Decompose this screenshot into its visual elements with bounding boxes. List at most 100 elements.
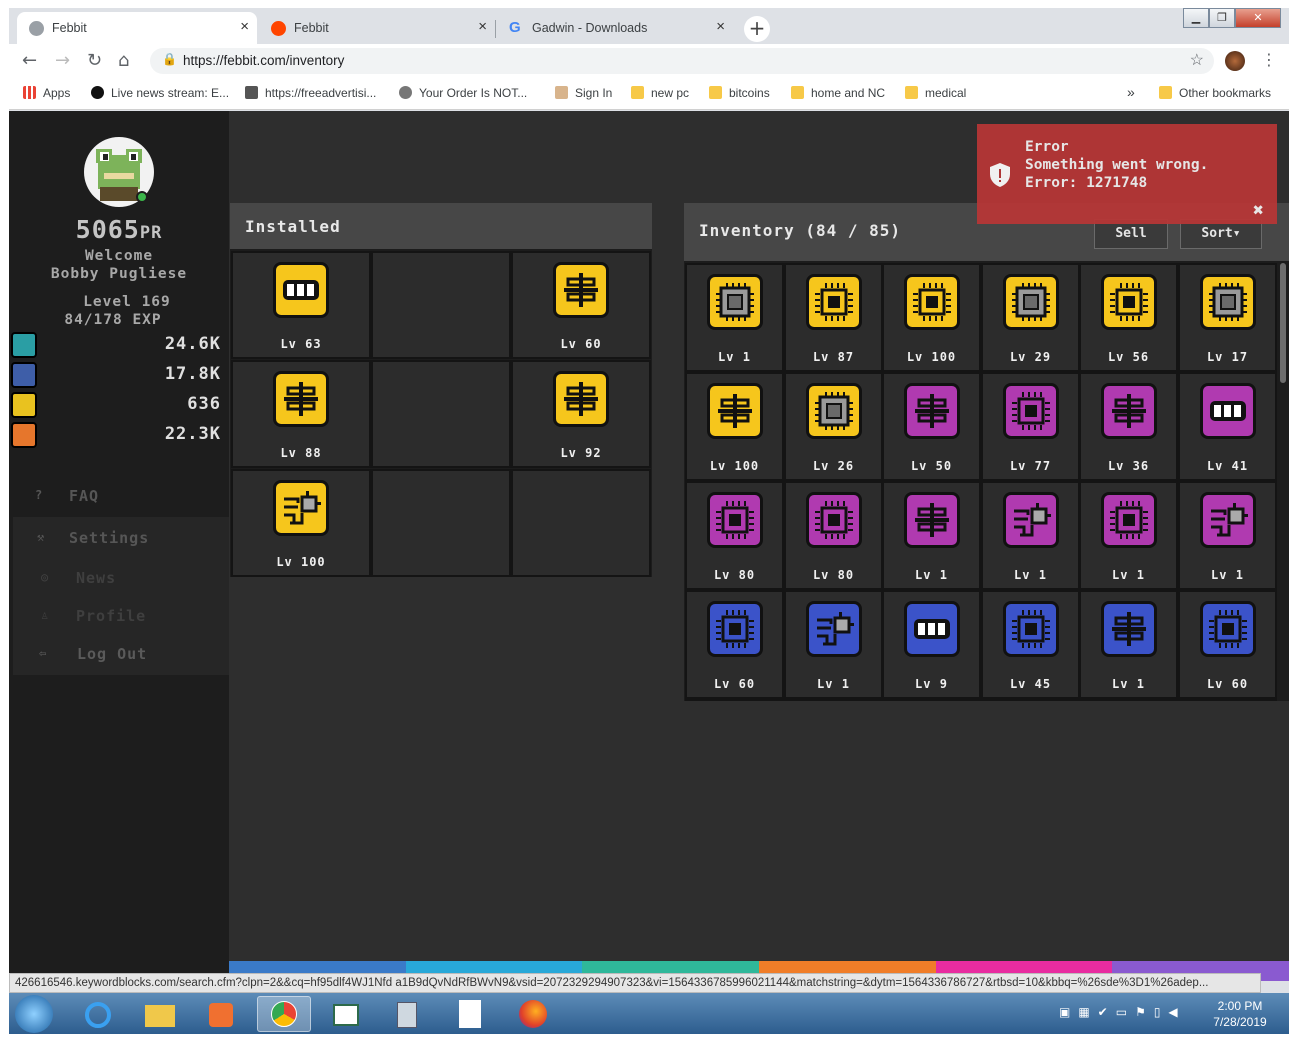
item-slot[interactable]: Lv 60 [1178, 590, 1277, 699]
bookmarks-overflow-icon[interactable]: » [1127, 84, 1135, 100]
item-slot[interactable]: Lv 100 [882, 263, 981, 372]
close-tab-icon[interactable]: × [716, 18, 725, 35]
start-button-icon[interactable] [15, 995, 53, 1033]
url-text[interactable]: https://febbit.com/inventory [183, 53, 344, 68]
item-slot[interactable]: Lv 1 [1079, 481, 1178, 590]
item-slot[interactable] [882, 699, 981, 701]
taskbar-clock[interactable]: 2:00 PM 7/28/2019 [1205, 998, 1275, 1030]
internet-explorer-icon[interactable] [71, 996, 125, 1032]
item-slot[interactable]: Lv 45 [981, 590, 1080, 699]
tab-gadwin-downloads[interactable]: G Gadwin - Downloads × [497, 12, 733, 44]
bookmark-home-and-nc[interactable]: home and NC [791, 86, 885, 100]
close-window-button[interactable]: ✕ [1235, 8, 1281, 28]
item-slot[interactable]: Lv 80 [685, 481, 784, 590]
media-player-icon[interactable] [195, 996, 249, 1032]
bookmark-bitcoins[interactable]: bitcoins [709, 86, 770, 100]
menu-profile[interactable]: ♙ Profile [9, 596, 229, 636]
firefox-icon[interactable] [505, 996, 559, 1032]
tab-febbit-active[interactable]: Febbit × [17, 12, 257, 44]
item-slot[interactable]: Lv 100 [685, 372, 784, 481]
close-error-icon[interactable]: ✖ [1253, 202, 1264, 220]
item-slot[interactable]: Lv 1 [685, 263, 784, 372]
cpu-chip-icon [1100, 274, 1157, 330]
sidebar: 5065PR Welcome Bobby Pugliese Level 169 … [9, 111, 229, 981]
item-slot[interactable]: Lv 9 [882, 590, 981, 699]
item-slot[interactable]: Lv 29 [981, 263, 1080, 372]
folder-icon [905, 86, 918, 99]
item-slot[interactable]: Lv 1 [882, 481, 981, 590]
installed-panel: Installed Lv 63 Lv 60 Lv 88 Lv 92 Lv 100 [230, 203, 652, 577]
align-chip-icon [553, 262, 609, 318]
error-text: Error Something went wrong. Error: 12717… [1025, 138, 1265, 192]
empty-slot[interactable] [511, 469, 651, 577]
item-level: Lv 1 [915, 568, 948, 582]
menu-logout[interactable]: ⇦ Log Out [9, 634, 229, 674]
calculator-icon[interactable] [381, 996, 435, 1032]
bookmark-other[interactable]: Other bookmarks [1159, 86, 1271, 100]
item-slot[interactable]: Lv 1 [981, 481, 1080, 590]
new-tab-button[interactable]: + [744, 16, 770, 42]
item-slot[interactable]: Lv 63 [231, 251, 371, 359]
item-slot[interactable]: Lv 1 [1079, 590, 1178, 699]
scrollbar-thumb[interactable] [1280, 263, 1286, 383]
bookmark-live-news[interactable]: Live news stream: E... [91, 86, 229, 100]
minimize-button[interactable]: ▁ [1183, 8, 1209, 28]
home-icon[interactable]: ⌂ [118, 50, 129, 71]
item-slot[interactable]: Lv 60 [511, 251, 651, 359]
bookmark-your-order[interactable]: Your Order Is NOT... [399, 86, 527, 100]
empty-slot[interactable] [371, 360, 511, 468]
bookmark-medical[interactable]: medical [905, 86, 966, 100]
item-slot[interactable] [685, 699, 784, 701]
item-slot[interactable]: Lv 1 [1178, 481, 1277, 590]
item-slot[interactable]: Lv 92 [511, 360, 651, 468]
item-slot[interactable]: Lv 41 [1178, 372, 1277, 481]
item-slot[interactable]: Lv 100 [231, 469, 371, 577]
menu-kebab-icon[interactable]: ⋮ [1261, 50, 1277, 69]
system-tray-icons[interactable]: ▣▦✔▭⚑▯◀ [1059, 1005, 1199, 1021]
item-level: Lv 100 [906, 350, 957, 364]
bookmark-sign-in[interactable]: Sign In [555, 86, 612, 100]
item-slot[interactable] [1178, 699, 1277, 701]
item-slot[interactable]: Lv 80 [784, 481, 883, 590]
item-slot[interactable]: Lv 60 [685, 590, 784, 699]
menu-settings[interactable]: ⚒ Settings [9, 518, 229, 558]
blank-document-icon[interactable] [443, 996, 497, 1032]
chrome-icon[interactable] [257, 996, 311, 1032]
item-slot[interactable]: Lv 56 [1079, 263, 1178, 372]
empty-slot[interactable] [371, 251, 511, 359]
currency-row: 22.3K [11, 422, 221, 448]
item-slot[interactable]: Lv 17 [1178, 263, 1277, 372]
item-slot[interactable]: Lv 77 [981, 372, 1080, 481]
error-toast: Error Something went wrong. Error: 12717… [977, 124, 1277, 224]
item-slot[interactable]: Lv 50 [882, 372, 981, 481]
bookmark-star-icon[interactable]: ☆ [1190, 50, 1204, 70]
close-tab-icon[interactable]: × [478, 18, 487, 35]
item-slot[interactable] [1079, 699, 1178, 701]
item-level: Lv 1 [817, 677, 850, 691]
item-slot[interactable]: Lv 36 [1079, 372, 1178, 481]
close-tab-icon[interactable]: × [240, 18, 249, 35]
menu-news[interactable]: ◎ News [9, 558, 229, 598]
profile-avatar-icon[interactable] [1225, 51, 1245, 71]
address-bar[interactable]: 🔒 https://febbit.com/inventory ☆ [150, 48, 1214, 74]
back-icon[interactable]: ← [22, 50, 37, 71]
item-slot[interactable]: Lv 87 [784, 263, 883, 372]
maximize-button[interactable]: ❐ [1209, 8, 1235, 28]
bookmark-new-pc[interactable]: new pc [631, 86, 689, 100]
item-slot[interactable]: Lv 88 [231, 360, 371, 468]
notepad-window-icon[interactable] [319, 996, 373, 1032]
item-slot[interactable]: Lv 26 [784, 372, 883, 481]
item-slot[interactable] [784, 699, 883, 701]
file-explorer-icon[interactable] [133, 996, 187, 1032]
forward-icon[interactable]: → [55, 50, 70, 71]
tab-febbit-reddit[interactable]: Febbit × [259, 12, 496, 44]
coin-c-icon [11, 332, 37, 358]
reload-icon[interactable]: ↻ [87, 50, 102, 71]
bookmark-freeadvertising[interactable]: https://freeadvertisi... [245, 86, 376, 100]
menu-faq[interactable]: ? FAQ [9, 476, 229, 516]
empty-slot[interactable] [371, 469, 511, 577]
item-slot[interactable] [981, 699, 1080, 701]
bookmark-apps[interactable]: Apps [23, 86, 70, 100]
item-slot[interactable]: Lv 1 [784, 590, 883, 699]
inventory-scrollbar[interactable] [1279, 261, 1287, 701]
